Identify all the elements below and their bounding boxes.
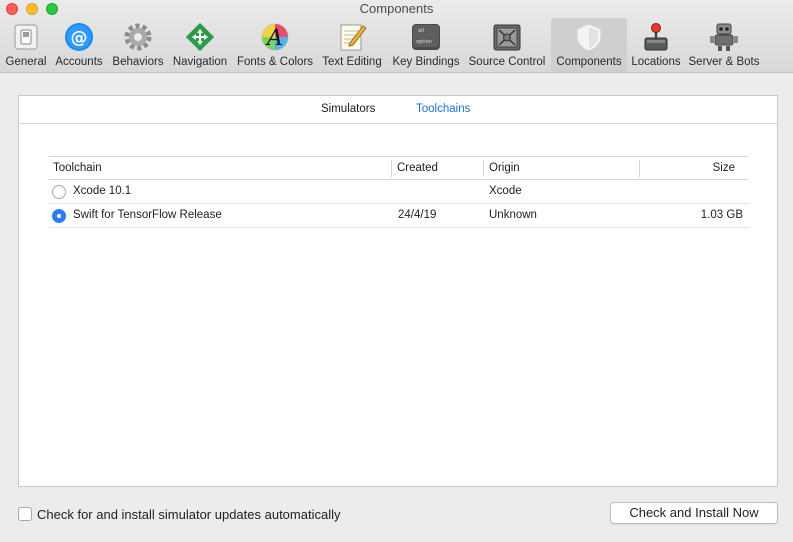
- toolchain-size: 1.03 GB: [700, 209, 743, 221]
- toolbar-label-source-control: Source Control: [468, 56, 546, 68]
- svg-text:option: option: [416, 39, 432, 45]
- toolbar-item-text-editing[interactable]: Text Editing: [319, 18, 385, 72]
- joystick-icon: [644, 23, 668, 51]
- toolbar-label-behaviors: Behaviors: [112, 56, 164, 68]
- toolbar-item-source-control[interactable]: Source Control: [465, 18, 549, 72]
- toolchain-origin: Xcode: [489, 185, 522, 197]
- toolchains-table: Toolchain Created Origin Size Xcode 10.1…: [49, 156, 749, 228]
- preferences-toolbar: General @ Accounts Behaviors Navigation …: [0, 18, 793, 73]
- svg-text:alt: alt: [418, 28, 424, 34]
- toolbar-label-key-bindings: Key Bindings: [392, 56, 460, 68]
- toolbar-item-fonts-colors[interactable]: A Fonts & Colors: [233, 18, 317, 72]
- toolchain-radio[interactable]: [52, 185, 66, 199]
- toolbar-label-general: General: [5, 56, 47, 68]
- toolbar-item-general[interactable]: General: [2, 18, 50, 72]
- components-panel: Simulators Toolchains Toolchain Created …: [18, 95, 778, 487]
- toolbar-label-server-bots: Server & Bots: [688, 56, 760, 68]
- robot-icon: [710, 23, 738, 51]
- column-divider: [483, 160, 484, 177]
- column-divider: [639, 160, 640, 177]
- toolchain-name: Xcode 10.1: [73, 185, 132, 197]
- table-header: Toolchain Created Origin Size: [49, 156, 749, 180]
- auto-update-option[interactable]: Check for and install simulator updates …: [18, 505, 340, 523]
- toolchain-name: Swift for TensorFlow Release: [73, 209, 222, 221]
- column-divider: [391, 160, 392, 177]
- table-row[interactable]: Swift for TensorFlow Release 24/4/19 Unk…: [49, 204, 749, 228]
- segmented-tabs: Simulators Toolchains: [19, 96, 777, 124]
- tab-simulators[interactable]: Simulators: [321, 103, 375, 115]
- toolbar-item-server-bots[interactable]: Server & Bots: [686, 18, 762, 72]
- window-title: Components: [359, 1, 434, 16]
- notepad-pencil-icon: [340, 24, 367, 51]
- toolbar-item-components[interactable]: Components: [551, 18, 627, 72]
- check-and-install-button[interactable]: Check and Install Now: [610, 502, 778, 524]
- toolchain-created: 24/4/19: [398, 209, 437, 221]
- auto-update-label: Check for and install simulator updates …: [37, 506, 341, 522]
- toolchain-origin: Unknown: [489, 209, 537, 221]
- toolbar-label-locations: Locations: [631, 56, 681, 68]
- toolbar-label-accounts: Accounts: [55, 56, 103, 68]
- toolbar-label-fonts-colors: Fonts & Colors: [236, 56, 314, 68]
- toolbar-item-key-bindings[interactable]: alt option Key Bindings: [389, 18, 463, 72]
- tab-toolchains[interactable]: Toolchains: [416, 103, 470, 115]
- toolbar-item-behaviors[interactable]: Behaviors: [108, 18, 168, 72]
- gear-icon: [124, 23, 152, 51]
- toolbar-label-navigation: Navigation: [172, 56, 228, 68]
- font-a-icon: A: [261, 23, 289, 51]
- column-header-toolchain[interactable]: Toolchain: [53, 162, 102, 174]
- toolbar-item-navigation[interactable]: Navigation: [170, 18, 230, 72]
- column-header-created[interactable]: Created: [397, 162, 438, 174]
- column-header-origin[interactable]: Origin: [489, 162, 520, 174]
- auto-update-checkbox[interactable]: [18, 507, 32, 521]
- navigation-arrows-icon: [185, 22, 215, 52]
- svg-text:@: @: [71, 28, 88, 48]
- toolbar-item-locations[interactable]: Locations: [629, 18, 683, 72]
- general-switch-icon: [14, 24, 38, 50]
- table-row[interactable]: Xcode 10.1 Xcode: [49, 180, 749, 204]
- toolbar-label-components: Components: [556, 56, 622, 68]
- column-header-size[interactable]: Size: [713, 162, 735, 174]
- shield-icon: [576, 23, 602, 52]
- svg-text:A: A: [265, 26, 283, 51]
- toolbar-item-accounts[interactable]: @ Accounts: [52, 18, 106, 72]
- toolbar-label-text-editing: Text Editing: [322, 56, 382, 68]
- at-sign-icon: @: [65, 23, 93, 51]
- toolchain-radio[interactable]: [52, 209, 66, 223]
- option-key-icon: alt option: [412, 24, 440, 50]
- safe-icon: [493, 24, 521, 51]
- title-bar: Components General @ Accounts Behaviors …: [0, 0, 793, 73]
